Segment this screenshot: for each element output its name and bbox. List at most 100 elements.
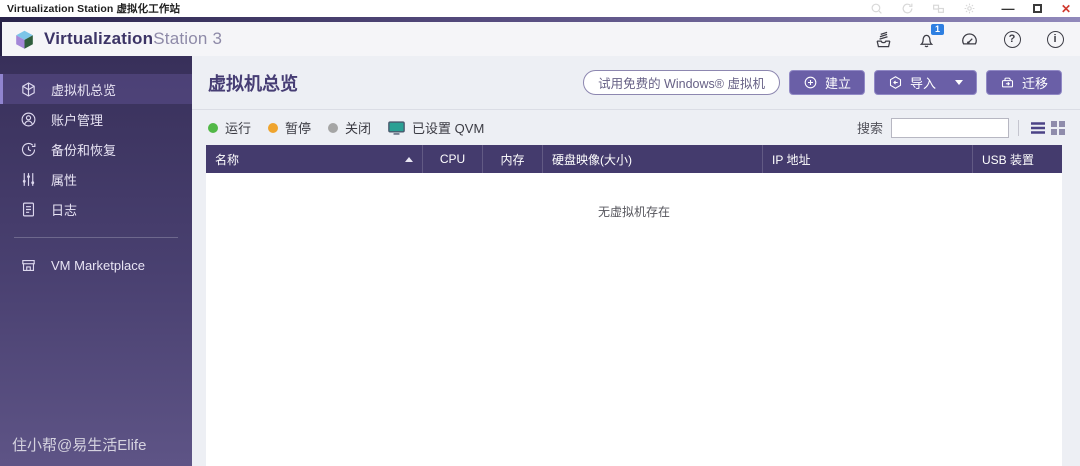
maximize-icon xyxy=(1032,4,1042,13)
background-tasks-icon xyxy=(876,31,890,47)
backup-restore-icon xyxy=(21,142,36,156)
brand: VirtualizationStation 3 xyxy=(14,29,222,50)
account-icon xyxy=(21,112,36,126)
empty-state-message: 无虚拟机存在 xyxy=(597,205,670,219)
resource-monitor-button[interactable] xyxy=(958,28,980,50)
create-button-label: 建立 xyxy=(824,76,851,91)
virtualization-station-window: Virtualization Station 虚拟化工作站 — ✕ Virtua… xyxy=(0,0,1080,466)
sort-ascending-icon xyxy=(405,156,413,162)
app-body: 虚拟机总览 账户管理 备份和恢复 属性 日志 VM Marketplace 住小… xyxy=(0,56,1080,466)
column-label: CPU xyxy=(439,152,466,166)
sidebar-divider xyxy=(14,237,178,238)
column-header-cpu[interactable]: CPU xyxy=(423,145,483,173)
list-view-icon xyxy=(1031,121,1045,134)
notification-badge: 1 xyxy=(931,24,944,35)
grid-view-button[interactable] xyxy=(1048,118,1068,138)
vm-cube-icon xyxy=(22,81,35,97)
column-label: 硬盘映像(大小) xyxy=(552,152,632,167)
import-button-label: 导入 xyxy=(909,76,936,91)
trial-windows-vm-button[interactable]: 试用免费的 Windows® 虚拟机 xyxy=(583,70,780,95)
minimize-button[interactable]: — xyxy=(1001,2,1015,15)
import-hexagon-arrow-icon xyxy=(889,76,901,89)
marketplace-storefront-icon xyxy=(22,259,35,271)
import-vm-button[interactable]: 导入 xyxy=(873,70,977,95)
column-header-disk-image[interactable]: 硬盘映像(大小) xyxy=(543,145,763,173)
table-body: 无虚拟机存在 xyxy=(206,173,1062,466)
column-header-memory[interactable]: 内存 xyxy=(483,145,543,173)
create-vm-button[interactable]: 建立 xyxy=(788,70,865,95)
sidebar-item-logs[interactable]: 日志 xyxy=(0,194,192,224)
help-icon: ? xyxy=(1003,30,1021,48)
sidebar-item-label: VM Marketplace xyxy=(51,257,145,273)
share-windows-icon xyxy=(933,4,944,13)
search-label: 搜索 xyxy=(856,121,883,136)
window-title: Virtualization Station 虚拟化工作站 xyxy=(7,3,181,15)
trial-button-label: 试用免费的 Windows® 虚拟机 xyxy=(598,77,765,91)
legend-qvm: 已设置 QVM xyxy=(388,118,484,137)
status-legend-row: 运行 暂停 关闭 已设置 QVM 搜索 xyxy=(192,110,1080,145)
brand-name: VirtualizationStation 3 xyxy=(44,29,222,49)
running-status-dot xyxy=(208,122,218,133)
main-content: 虚拟机总览 试用免费的 Windows® 虚拟机 建立 导入 迁移 运行 暂停 … xyxy=(192,56,1080,466)
log-document-icon xyxy=(22,202,35,216)
search-input[interactable] xyxy=(891,117,1009,138)
maximize-button[interactable] xyxy=(1030,2,1044,15)
sidebar-item-label: 属性 xyxy=(51,172,78,188)
migrate-machine-icon xyxy=(1001,77,1014,88)
brand-name-light: Station 3 xyxy=(153,29,223,48)
refresh-icon xyxy=(902,3,913,14)
column-header-usb-device[interactable]: USB 装置 xyxy=(973,145,1062,173)
vm-table: 名称 CPU 内存 硬盘映像(大小) IP 地址 USB 装置 无虚拟机存在 xyxy=(206,145,1062,466)
import-dropdown-caret-icon[interactable] xyxy=(954,80,963,85)
titlebar-ghost-icons xyxy=(870,2,976,15)
gear-icon xyxy=(964,3,975,14)
sidebar-item-vm-overview[interactable]: 虚拟机总览 xyxy=(0,74,192,104)
column-header-name[interactable]: 名称 xyxy=(206,145,423,173)
properties-sliders-icon xyxy=(22,172,35,186)
legend-off-label: 关闭 xyxy=(345,121,372,136)
migrate-button-label: 迁移 xyxy=(1021,76,1048,91)
titlebar-controls: — ✕ xyxy=(870,1,1073,16)
help-button[interactable]: ? xyxy=(1001,28,1023,50)
sidebar-item-properties[interactable]: 属性 xyxy=(0,164,192,194)
about-button[interactable]: i xyxy=(1044,28,1066,50)
plus-circle-icon xyxy=(804,76,817,89)
legend-paused: 暂停 xyxy=(268,118,311,137)
legend-qvm-label: 已设置 QVM xyxy=(412,121,485,136)
info-icon: i xyxy=(1046,30,1064,48)
brand-name-bold: Virtualization xyxy=(44,29,154,48)
paused-status-dot xyxy=(268,122,279,133)
qvm-monitor-icon xyxy=(388,120,405,135)
sidebar-item-label: 账户管理 xyxy=(51,112,104,128)
watermark-text: 住小帮@易生活Elife xyxy=(12,437,147,454)
column-label: 内存 xyxy=(500,152,525,167)
off-status-dot xyxy=(328,122,339,133)
titlebar: Virtualization Station 虚拟化工作站 — ✕ xyxy=(0,0,1080,17)
action-buttons: 试用免费的 Windows® 虚拟机 建立 导入 迁移 xyxy=(583,70,1062,95)
search-group: 搜索 xyxy=(856,117,1068,138)
legend-paused-label: 暂停 xyxy=(285,121,312,136)
view-toggle-divider xyxy=(1018,119,1019,136)
sidebar: 虚拟机总览 账户管理 备份和恢复 属性 日志 VM Marketplace 住小… xyxy=(0,56,192,466)
list-view-button[interactable] xyxy=(1028,118,1048,138)
close-button[interactable]: ✕ xyxy=(1059,1,1073,16)
close-icon: ✕ xyxy=(1060,1,1072,16)
sidebar-item-label: 日志 xyxy=(51,202,78,218)
sidebar-item-vm-marketplace[interactable]: VM Marketplace xyxy=(0,250,192,280)
sidebar-item-backup-restore[interactable]: 备份和恢复 xyxy=(0,134,192,164)
legend-running-label: 运行 xyxy=(225,121,252,136)
migrate-vm-button[interactable]: 迁移 xyxy=(985,70,1062,95)
search-icon xyxy=(871,3,882,14)
minimize-icon: — xyxy=(1001,0,1015,16)
background-tasks-button[interactable] xyxy=(872,28,894,50)
column-header-ip-address[interactable]: IP 地址 xyxy=(763,145,973,173)
column-label: IP 地址 xyxy=(772,152,811,167)
notifications-button[interactable]: 1 xyxy=(915,24,944,50)
column-label: 名称 xyxy=(215,152,240,167)
table-header: 名称 CPU 内存 硬盘映像(大小) IP 地址 USB 装置 xyxy=(206,145,1062,173)
sidebar-item-label: 备份和恢复 xyxy=(51,142,117,158)
content-header: 虚拟机总览 试用免费的 Windows® 虚拟机 建立 导入 迁移 xyxy=(192,56,1080,110)
app-header: VirtualizationStation 3 1 ? i xyxy=(0,22,1080,56)
sidebar-item-account-management[interactable]: 账户管理 xyxy=(0,104,192,134)
sidebar-item-label: 虚拟机总览 xyxy=(51,82,117,98)
